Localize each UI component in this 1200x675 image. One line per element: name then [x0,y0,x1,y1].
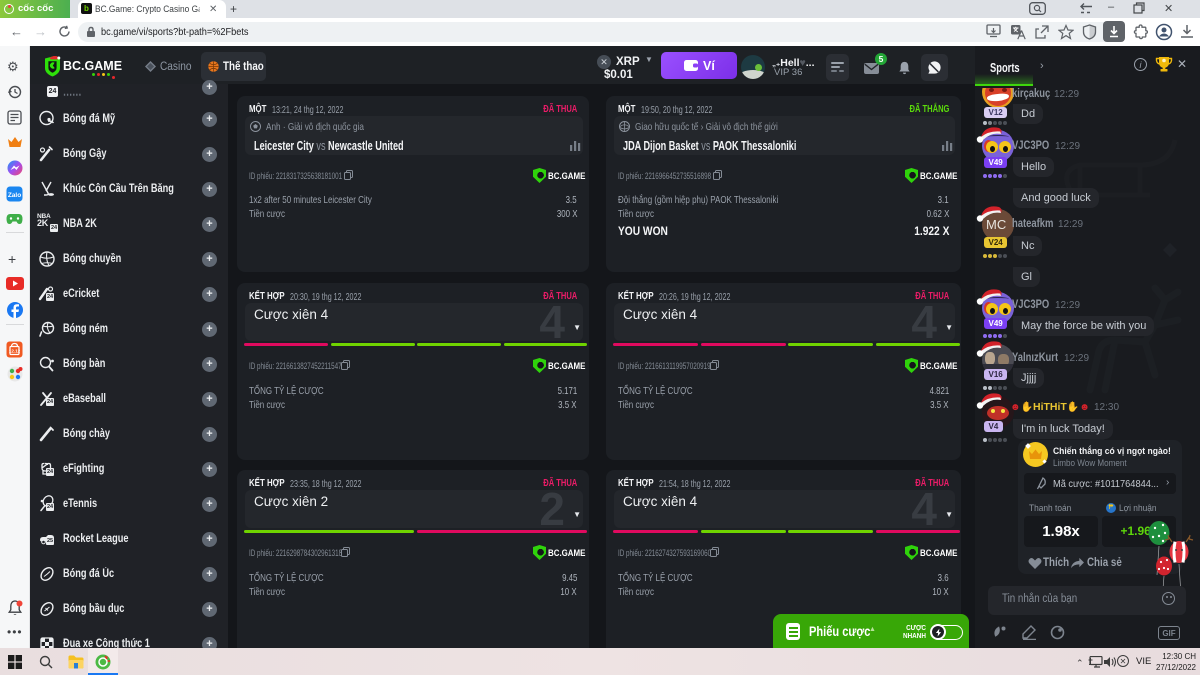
svg-text:12.12: 12.12 [9,349,21,354]
svg-text:Zalo: Zalo [8,192,21,199]
